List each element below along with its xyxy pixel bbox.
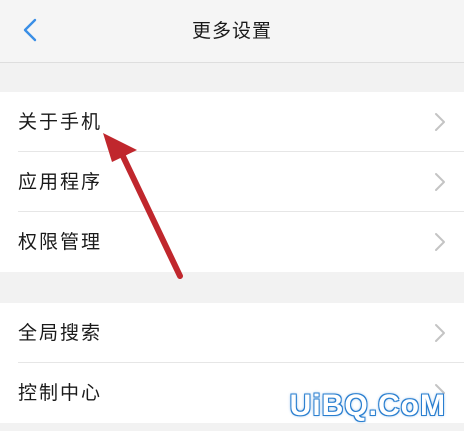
settings-item-label: 控制中心 xyxy=(18,382,103,404)
settings-item-about-phone[interactable]: 关于手机 xyxy=(0,92,464,152)
watermark: UiBQ.CoM xyxy=(289,389,446,422)
settings-item-global-search[interactable]: 全局搜索 xyxy=(0,303,464,363)
settings-item-label: 应用程序 xyxy=(18,171,103,193)
page-title: 更多设置 xyxy=(191,20,272,42)
top-bar: 更多设置 xyxy=(0,0,464,63)
chevron-right-icon xyxy=(435,324,445,342)
settings-item-label: 关于手机 xyxy=(18,111,103,133)
settings-item-permissions[interactable]: 权限管理 xyxy=(0,212,464,272)
settings-item-applications[interactable]: 应用程序 xyxy=(0,152,464,212)
chevron-right-icon xyxy=(435,113,445,131)
chevron-right-icon xyxy=(435,233,445,251)
chevron-right-icon xyxy=(435,173,445,191)
settings-group-1: 关于手机 应用程序 权限管理 xyxy=(0,92,464,272)
settings-item-label: 全局搜索 xyxy=(18,322,103,344)
settings-item-label: 权限管理 xyxy=(18,231,103,253)
